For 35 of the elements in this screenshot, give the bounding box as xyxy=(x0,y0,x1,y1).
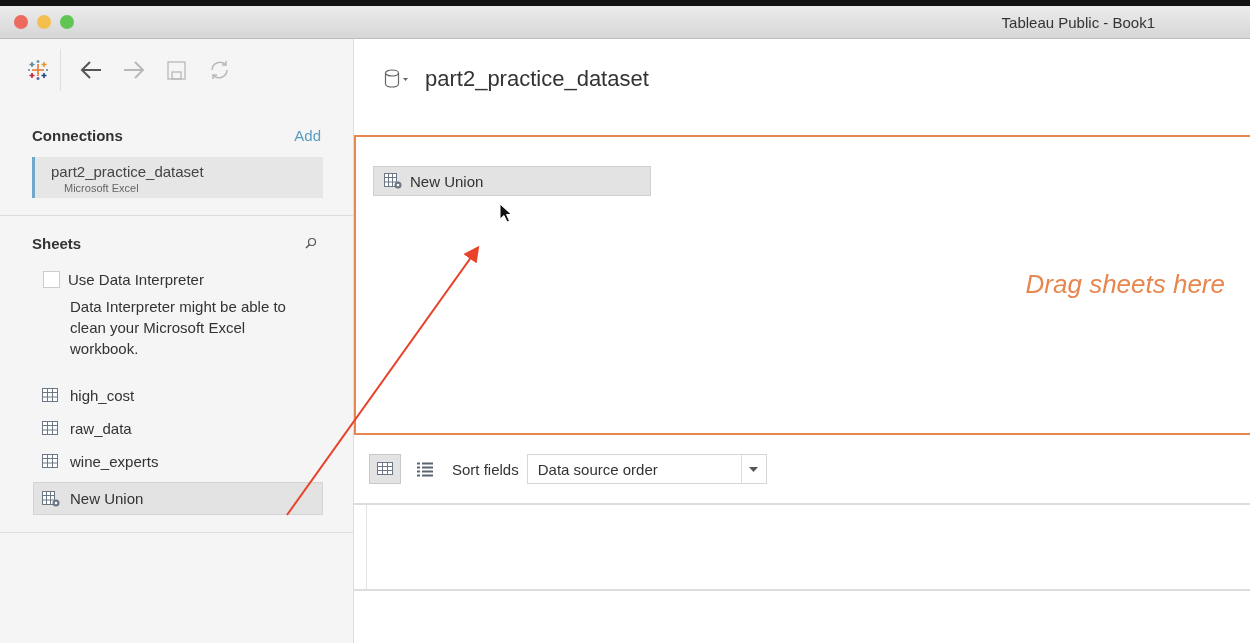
cursor-icon xyxy=(499,203,513,223)
section-heading: Connections xyxy=(32,126,123,144)
checkbox-label: Use Data Interpreter xyxy=(68,271,204,288)
sheet-item[interactable]: New Union xyxy=(33,482,323,515)
drop-hint: Drag sheets here xyxy=(1025,269,1225,300)
window-title: Tableau Public - Book1 xyxy=(1001,13,1155,31)
close-button[interactable] xyxy=(14,15,28,29)
table-icon xyxy=(42,387,60,404)
dragged-sheet[interactable]: New Union xyxy=(373,166,651,196)
sheet-item[interactable]: high_cost xyxy=(33,379,323,412)
sort-label: Sort fields xyxy=(452,460,519,478)
grid-icon xyxy=(377,461,393,477)
database-icon[interactable] xyxy=(384,69,409,89)
section-heading: Sheets xyxy=(32,234,82,252)
connection-name: part2_practice_dataset xyxy=(51,163,205,180)
app-logo-icon xyxy=(28,60,48,80)
union-table-icon xyxy=(42,490,60,507)
zoom-button[interactable] xyxy=(60,15,74,29)
back-arrow-icon[interactable] xyxy=(79,59,102,81)
checkbox[interactable] xyxy=(43,271,60,288)
sheet-item[interactable]: wine_experts xyxy=(33,445,323,478)
minimize-button[interactable] xyxy=(37,15,51,29)
caret-icon xyxy=(749,466,759,472)
sort-dropdown[interactable]: Data source order xyxy=(526,454,767,484)
list-icon xyxy=(417,461,433,477)
table-icon xyxy=(42,453,60,470)
sheet-item[interactable]: raw_data xyxy=(33,412,323,445)
connection-item[interactable]: part2_practice_dataset Microsoft Excel xyxy=(32,157,323,198)
connection-type: Microsoft Excel xyxy=(63,182,140,194)
grid-view-button[interactable] xyxy=(369,454,401,484)
union-table-icon xyxy=(384,173,402,189)
interpreter-hint: Data Interpreter might be able to clean your Microsoft Excel workbook. xyxy=(69,297,287,359)
table-icon xyxy=(42,420,60,437)
datasource-title: part2_practice_dataset xyxy=(425,66,649,92)
search-icon[interactable] xyxy=(305,237,317,249)
